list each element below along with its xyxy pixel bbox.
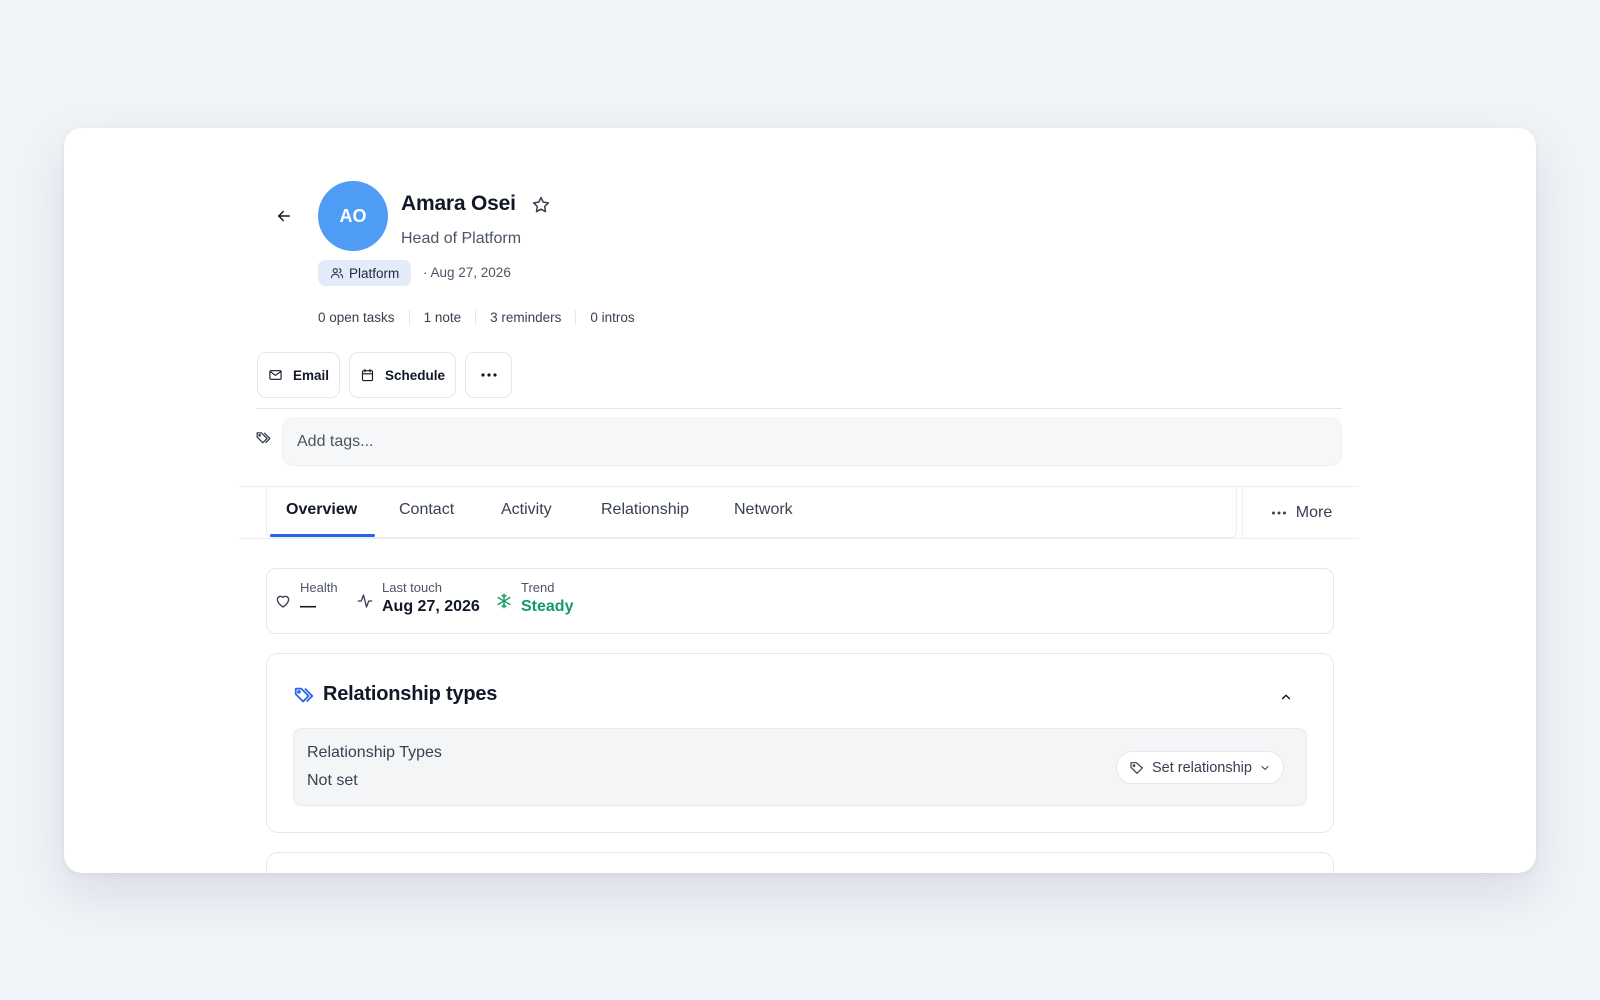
active-tab-indicator: [270, 534, 375, 537]
arrow-left-icon: [278, 210, 290, 222]
heart-icon: [276, 595, 290, 608]
last-touch-value: Aug 27, 2026: [382, 598, 480, 615]
email-button-label: Email: [292, 367, 329, 383]
snowflake-icon: [497, 593, 511, 609]
trend-value: Steady: [521, 598, 574, 615]
mail-icon: [269, 370, 282, 380]
ellipsis-icon: [1271, 511, 1286, 515]
add-tags-input[interactable]: [282, 418, 1342, 466]
users-icon: [330, 268, 344, 279]
relationship-types-label: Relationship Types: [307, 744, 442, 761]
team-badge-label: Platform: [349, 265, 400, 281]
relationship-types-title: Relationship types: [323, 683, 498, 705]
next-section-card: [266, 852, 1334, 873]
tabs-top-divider: [239, 486, 1359, 487]
tab-network[interactable]: Network: [734, 501, 793, 519]
chevron-down-icon: [1261, 765, 1269, 770]
stats-divider: [475, 310, 477, 325]
contact-date: · Aug 27, 2026: [423, 265, 511, 280]
ellipsis-icon: [480, 373, 497, 377]
tag-icon: [1130, 761, 1143, 774]
health-label: Health: [300, 580, 338, 595]
stats-divider: [575, 310, 577, 325]
favorite-button[interactable]: [530, 194, 552, 216]
tabs-bottom-divider: [239, 538, 1359, 539]
contact-detail-window: AO Amara Osei Head of Platform Platform …: [64, 128, 1536, 873]
notes-count[interactable]: 1 note: [424, 310, 462, 325]
tags-icon: [294, 687, 314, 703]
email-button[interactable]: Email: [257, 352, 340, 398]
trend-label: Trend: [521, 580, 555, 595]
tab-contact[interactable]: Contact: [399, 501, 454, 519]
avatar: AO: [318, 181, 388, 251]
tab-activity[interactable]: Activity: [501, 501, 552, 519]
schedule-button[interactable]: Schedule: [349, 352, 456, 398]
more-tabs-button[interactable]: More: [1242, 488, 1360, 538]
collapse-section-button[interactable]: [1272, 683, 1300, 711]
reminders-count[interactable]: 3 reminders: [490, 310, 561, 325]
stats-row: 0 open tasks 1 note 3 reminders 0 intros: [318, 310, 635, 325]
set-relationship-label: Set relationship: [1152, 759, 1252, 776]
set-relationship-dropdown[interactable]: Set relationship: [1116, 751, 1284, 784]
activity-pulse-icon: [357, 594, 373, 608]
more-actions-button[interactable]: [465, 352, 512, 398]
contact-name: Amara Osei: [401, 192, 516, 215]
schedule-button-label: Schedule: [384, 367, 445, 383]
star-icon: [532, 196, 550, 213]
back-button[interactable]: [268, 200, 300, 232]
calendar-icon: [361, 368, 374, 382]
health-value: —: [300, 598, 316, 615]
stats-divider: [408, 310, 410, 325]
contact-title: Head of Platform: [401, 230, 522, 247]
header-divider: [256, 408, 1342, 409]
tab-overview[interactable]: Overview: [286, 501, 357, 519]
tab-relationship[interactable]: Relationship: [601, 501, 689, 519]
tags-icon: [256, 432, 271, 444]
last-touch-label: Last touch: [382, 580, 442, 595]
team-badge[interactable]: Platform: [318, 260, 412, 286]
relationship-types-value: Not set: [307, 772, 358, 789]
more-tabs-label: More: [1295, 504, 1333, 521]
chevron-up-icon: [1281, 694, 1291, 700]
open-tasks-count[interactable]: 0 open tasks: [318, 310, 395, 325]
intros-count[interactable]: 0 intros: [590, 310, 634, 325]
